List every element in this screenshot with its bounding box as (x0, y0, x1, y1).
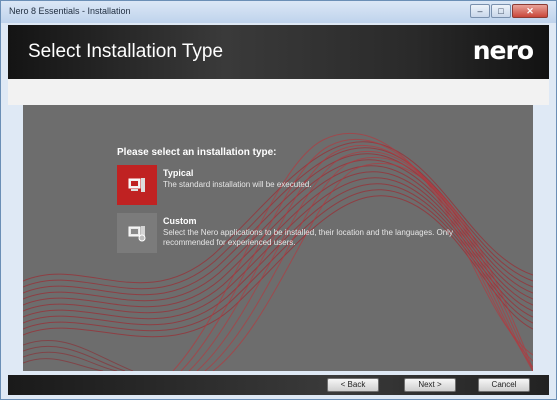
custom-description: Select the Nero applications to be insta… (163, 228, 453, 247)
header-separator (8, 79, 549, 105)
installation-type-panel: Please select an installation type: Typi… (23, 105, 533, 371)
back-button[interactable]: < Back (327, 378, 379, 392)
maximize-button[interactable]: □ (491, 4, 511, 18)
header-banner: Select Installation Type nero (8, 25, 549, 79)
button-bar: < Back Next > Cancel (8, 375, 549, 395)
custom-label: Custom (163, 216, 197, 226)
custom-install-icon (128, 226, 146, 242)
option-typical[interactable]: Typical The standard installation will b… (117, 165, 457, 205)
installer-window: Nero 8 Essentials - Installation – □ ✕ S… (0, 0, 557, 400)
cancel-button[interactable]: Cancel (478, 378, 530, 392)
installation-prompt: Please select an installation type: (117, 147, 277, 158)
window-title: Nero 8 Essentials - Installation (9, 6, 131, 16)
next-button[interactable]: Next > (404, 378, 456, 392)
page-title: Select Installation Type (28, 41, 224, 62)
typical-description: The standard installation will be execut… (163, 180, 312, 189)
typical-icon-button[interactable] (117, 165, 157, 205)
maximize-icon: □ (498, 6, 504, 16)
minimize-icon: – (477, 6, 483, 16)
window-controls: – □ ✕ (470, 4, 548, 18)
nero-logo: nero (472, 36, 534, 65)
option-custom[interactable]: Custom Select the Nero applications to b… (117, 213, 457, 253)
close-button[interactable]: ✕ (512, 4, 548, 18)
computer-install-icon (128, 178, 145, 192)
typical-label: Typical (163, 168, 194, 178)
minimize-button[interactable]: – (470, 4, 490, 18)
custom-icon-button[interactable] (117, 213, 157, 253)
title-bar[interactable]: Nero 8 Essentials - Installation – □ ✕ (1, 1, 556, 23)
close-icon: ✕ (526, 6, 534, 16)
